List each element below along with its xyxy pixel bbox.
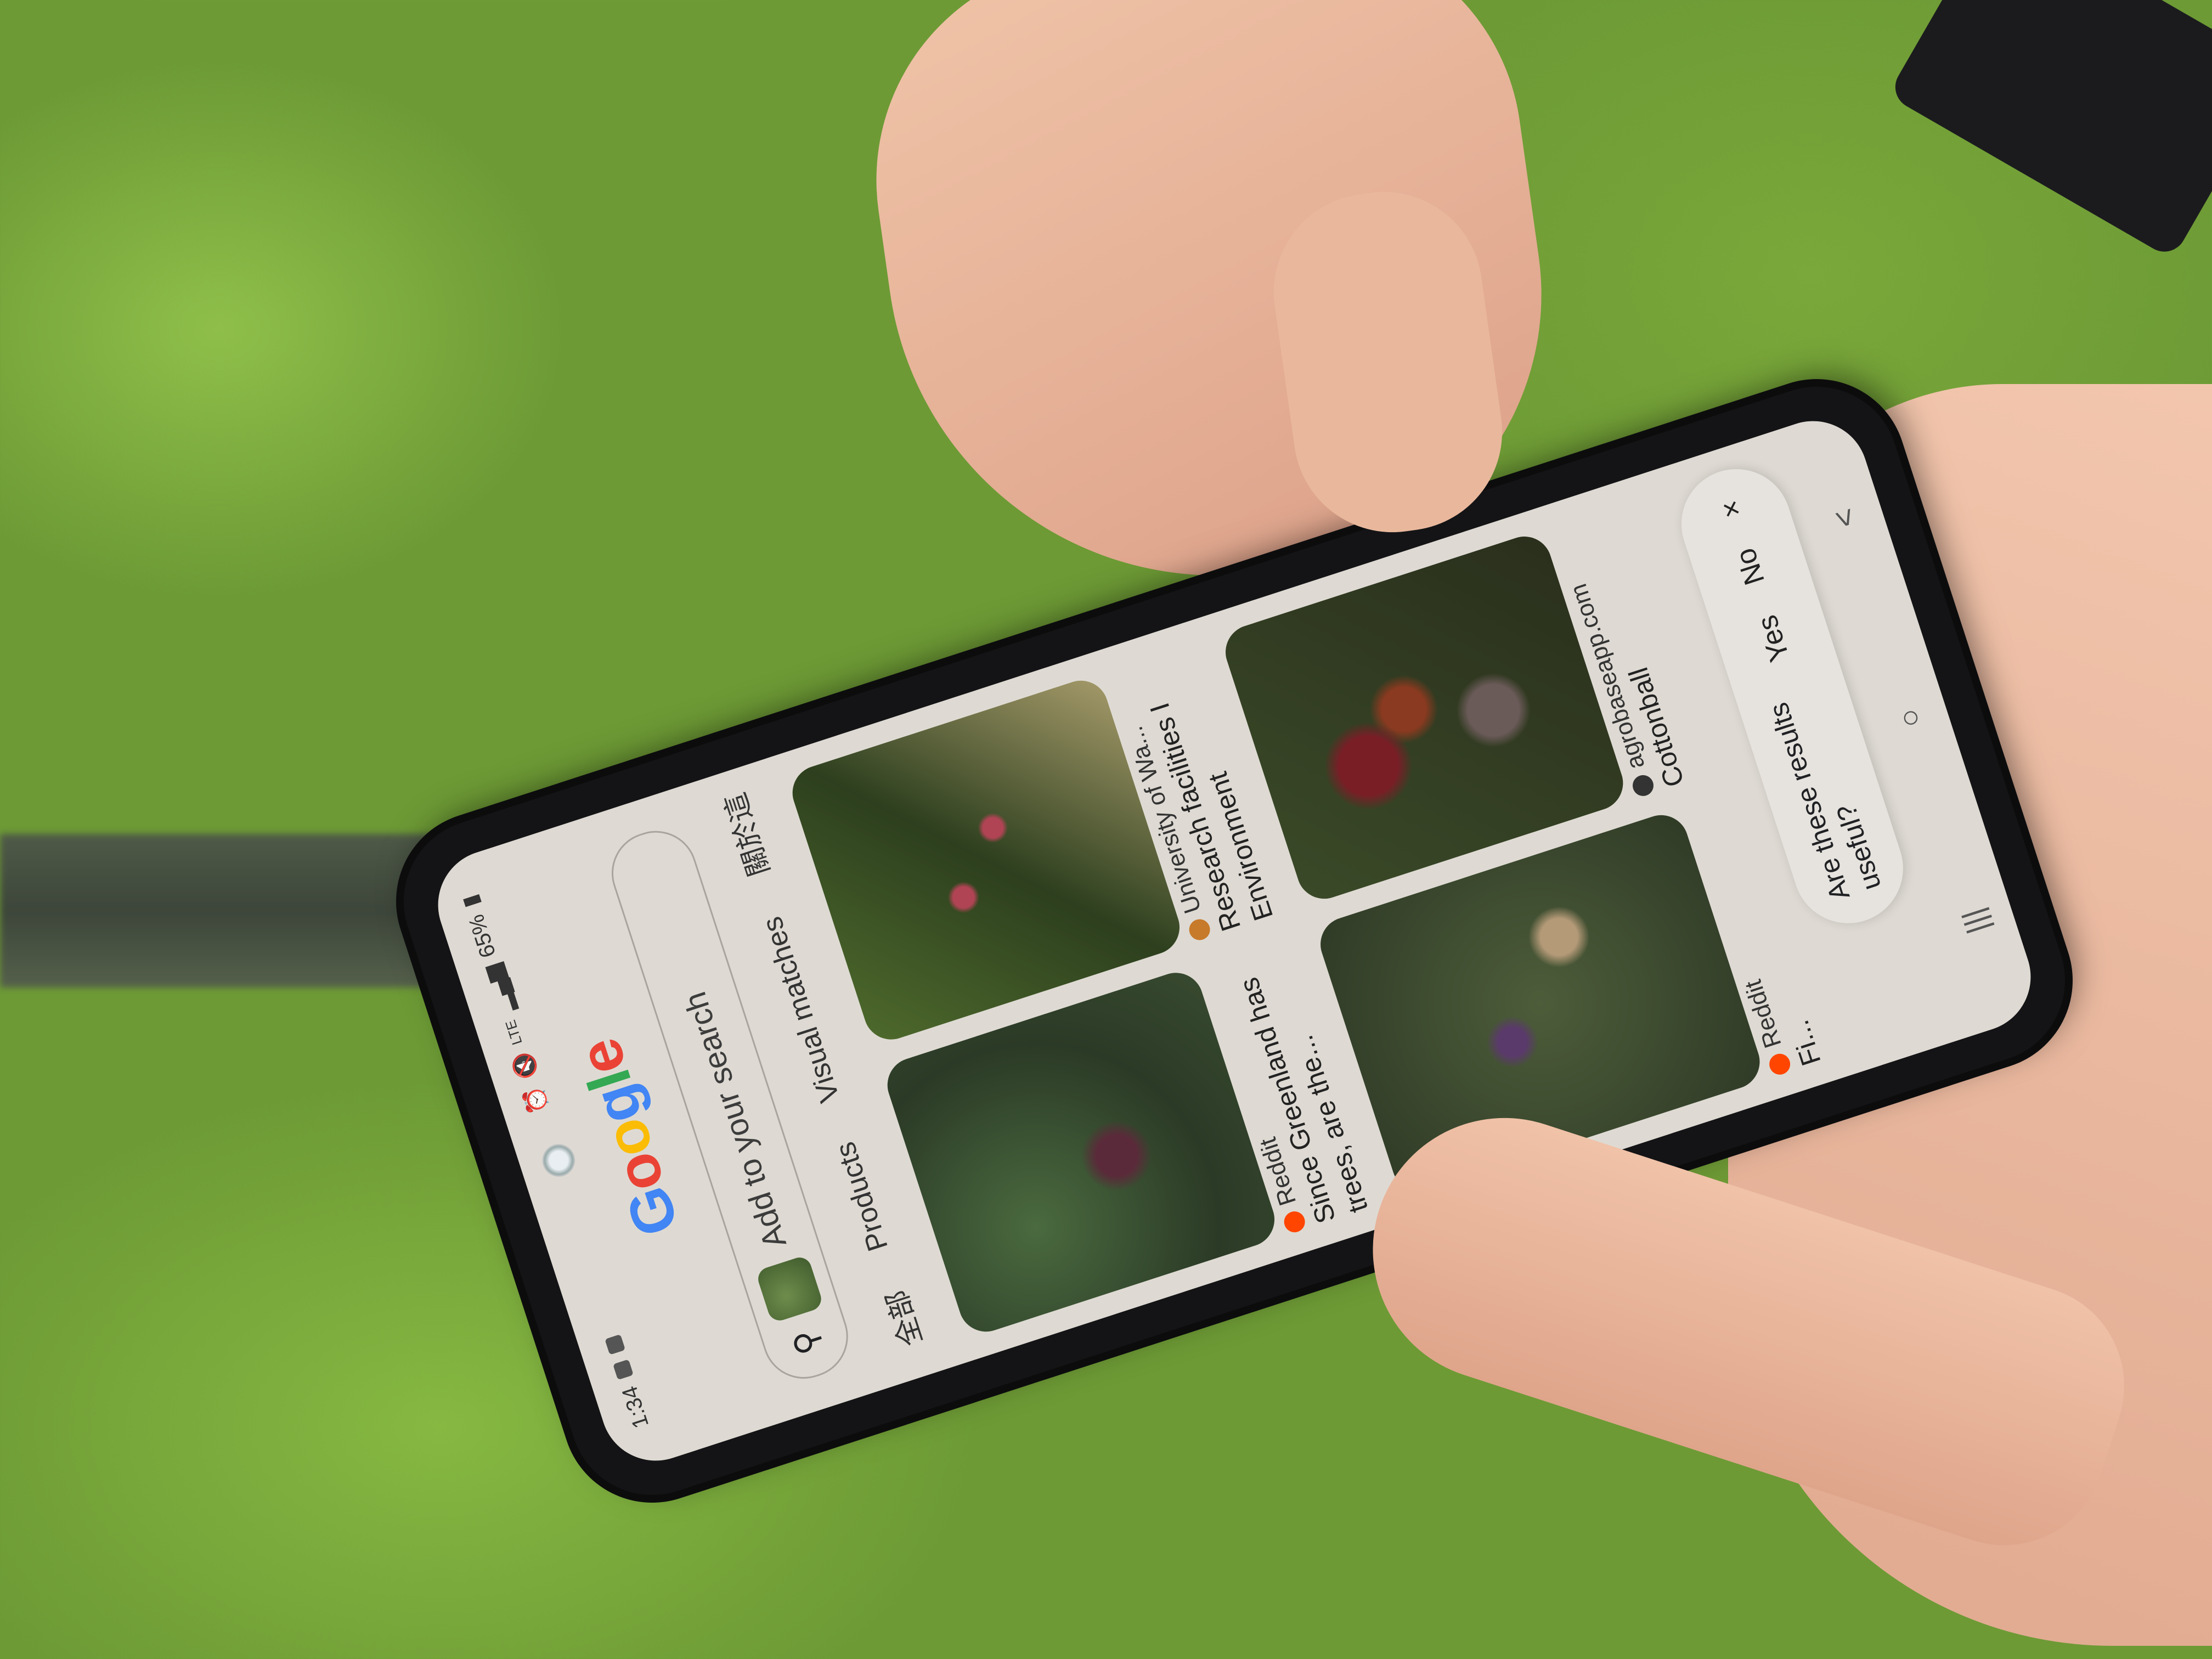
notification-icon [613,1359,634,1380]
tree-trunk [0,834,450,988]
alarm-icon: ⏰ [520,1083,552,1117]
signal-icon: ▂▄▆ [480,961,519,1016]
tab-products[interactable]: Products [829,1138,895,1255]
reddit-icon [1767,1051,1793,1077]
back-button[interactable]: < [1825,505,1864,533]
university-icon [1186,916,1213,943]
status-time: 1:34 [617,1383,653,1432]
youtube-icon [605,1334,626,1355]
tab-visual-matches[interactable]: Visual matches [755,913,847,1107]
mute-icon: 🔇 [509,1048,541,1082]
tab-all[interactable]: 全部 [873,1285,930,1352]
globe-icon [1630,772,1656,799]
recents-button[interactable]: ||| [1954,904,1995,938]
feedback-yes-button[interactable]: Yes [1749,608,1798,669]
feedback-no-button[interactable]: No [1728,541,1773,592]
network-type: LTE [501,1018,526,1047]
tab-about[interactable]: 關於這 [712,788,777,883]
close-icon[interactable]: × [1712,493,1751,525]
battery-level: 65% [464,911,501,961]
query-image-thumbnail[interactable] [755,1254,825,1324]
search-icon: ⚲ [785,1325,828,1359]
reddit-icon [1281,1209,1308,1235]
background-object [1887,0,2212,260]
home-button[interactable]: ○ [1889,704,1929,733]
battery-icon: ▮ [458,891,484,911]
